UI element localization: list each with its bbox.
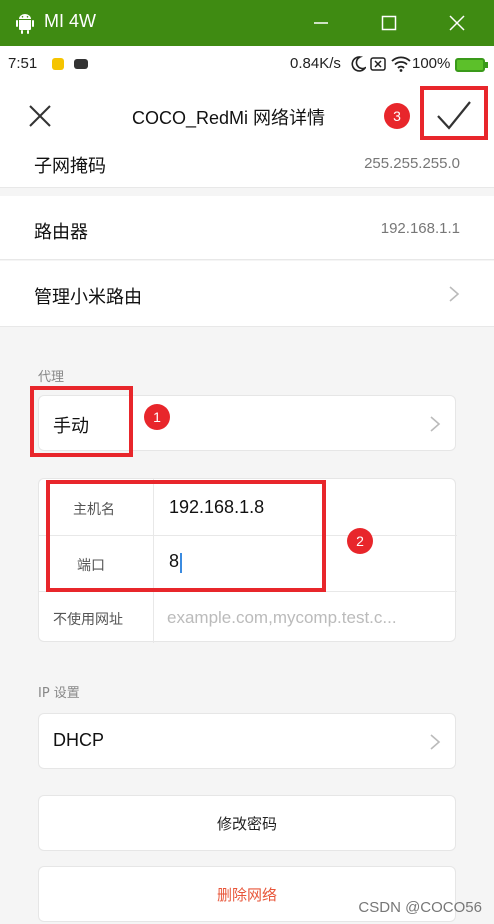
notification-game-icon [74,59,88,69]
close-icon[interactable] [28,104,52,128]
maximize-button[interactable] [366,0,412,46]
router-label: 路由器 [34,222,88,243]
android-icon [16,14,34,34]
watermark: CSDN @COCO56 [358,899,482,916]
page-title: COCO_RedMi 网络详情 [132,108,326,128]
notification-app-icon [52,58,64,70]
annotation-badge-3: 3 [384,103,410,129]
battery-percent: 100% [412,55,451,72]
bypass-label: 不使用网址 [53,612,123,628]
annotation-badge-2: 2 [347,528,373,554]
chevron-right-icon [449,286,460,302]
status-time: 7:51 [8,55,38,72]
annotation-box-proxy-host-port [46,480,326,592]
maximize-icon [381,15,397,31]
close-window-button[interactable] [434,0,480,46]
subnet-mask-value: 255.255.255.0 [364,155,460,172]
manage-router-row[interactable]: 管理小米路由 [0,261,494,327]
ip-mode-value: DHCP [53,730,105,750]
minimize-icon [314,22,328,24]
chevron-right-icon [430,416,441,432]
annotation-badge-1: 1 [144,404,170,430]
subnet-mask-label: 子网掩码 [34,156,106,177]
annotation-box-confirm [420,86,488,140]
change-password-button[interactable]: 修改密码 [38,795,456,851]
manage-router-label: 管理小米路由 [34,287,142,308]
subnet-mask-row: 子网掩码 255.255.255.0 [0,150,494,188]
bypass-input[interactable]: example.com,mycomp.test.c... [167,608,453,628]
chevron-right-icon [430,734,441,750]
window-title-bar: MI 4W [0,0,494,46]
wifi-icon [391,56,411,72]
window-title: MI 4W [44,11,96,31]
minimize-button[interactable] [298,0,344,46]
router-value: 192.168.1.1 [380,220,460,237]
moon-icon [351,56,366,72]
ip-mode-select[interactable]: DHCP [38,713,456,769]
phone-status-bar: 7:51 0.84K/s 100% [0,46,494,82]
close-icon [449,15,465,31]
router-row: 路由器 192.168.1.1 [0,196,494,260]
no-sim-icon [370,57,386,71]
annotation-box-proxy-mode [30,386,133,457]
ip-section-title: IP 设置 [38,686,80,701]
proxy-section-title: 代理 [38,370,65,385]
network-speed: 0.84K/s [290,55,341,72]
battery-icon [455,58,488,72]
